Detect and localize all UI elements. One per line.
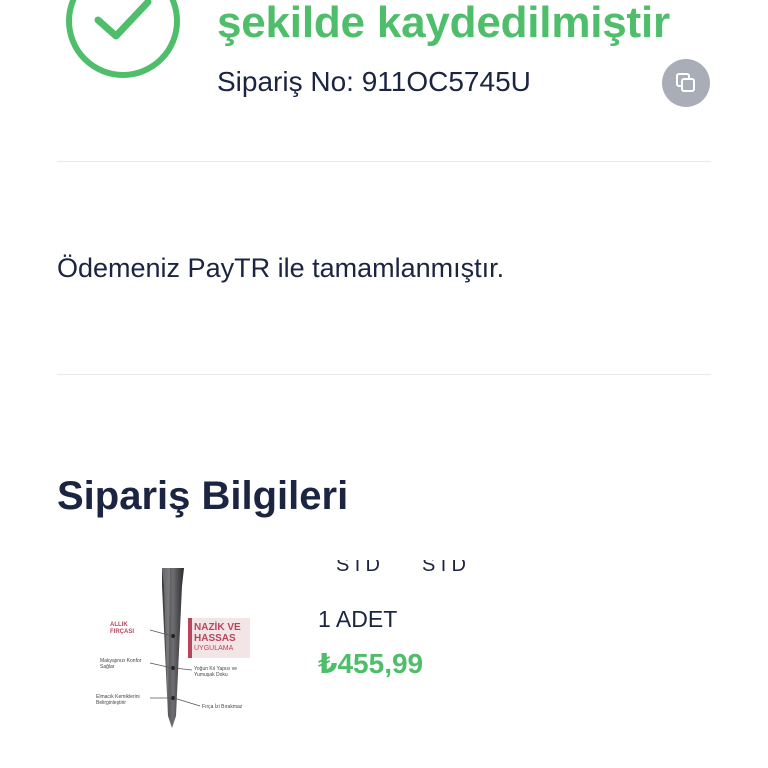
copy-icon [676,73,695,92]
divider [57,374,711,375]
product-quantity: 1 ADET [318,606,398,632]
image-caption: Yoğun Kıl Yapısı ve Yumuşak Doku [194,666,237,678]
product-price: ₺455,99 [318,648,424,679]
image-caption: UYGULAMA [194,645,234,652]
image-caption: Makyajınızı Konfor Sağlar [100,658,142,670]
order-info-title: Sipariş Bilgileri [57,474,349,518]
product-variant-labels: STD STD [336,560,496,580]
image-caption: Fırça İzi Bırakmaz [202,704,243,710]
payment-status-message: Ödemeniz PayTR ile tamamlanmıştır. [57,253,505,283]
order-number: Sipariş No: 911OC5745U [217,66,531,97]
image-caption: ALLIK FIRÇASI [110,622,134,635]
image-caption: NAZİK VE [194,622,241,633]
copy-order-number-button[interactable] [662,59,710,107]
product-image[interactable]: ALLIK FIRÇASI Makyajınızı Konfor Sağlar … [92,566,260,734]
image-caption: Elmacık Kemiklerini Belirginleştirir [96,694,140,706]
confirmation-headline: şekilde kaydedilmiştir [217,0,670,47]
variant-label: STD [336,560,382,576]
variant-label: STD [422,560,468,576]
image-caption: HASSAS [194,633,236,644]
order-confirmation-page: şekilde kaydedilmiştir Sipariş No: 911OC… [0,0,768,768]
success-check-icon [66,0,180,78]
divider [57,161,711,162]
